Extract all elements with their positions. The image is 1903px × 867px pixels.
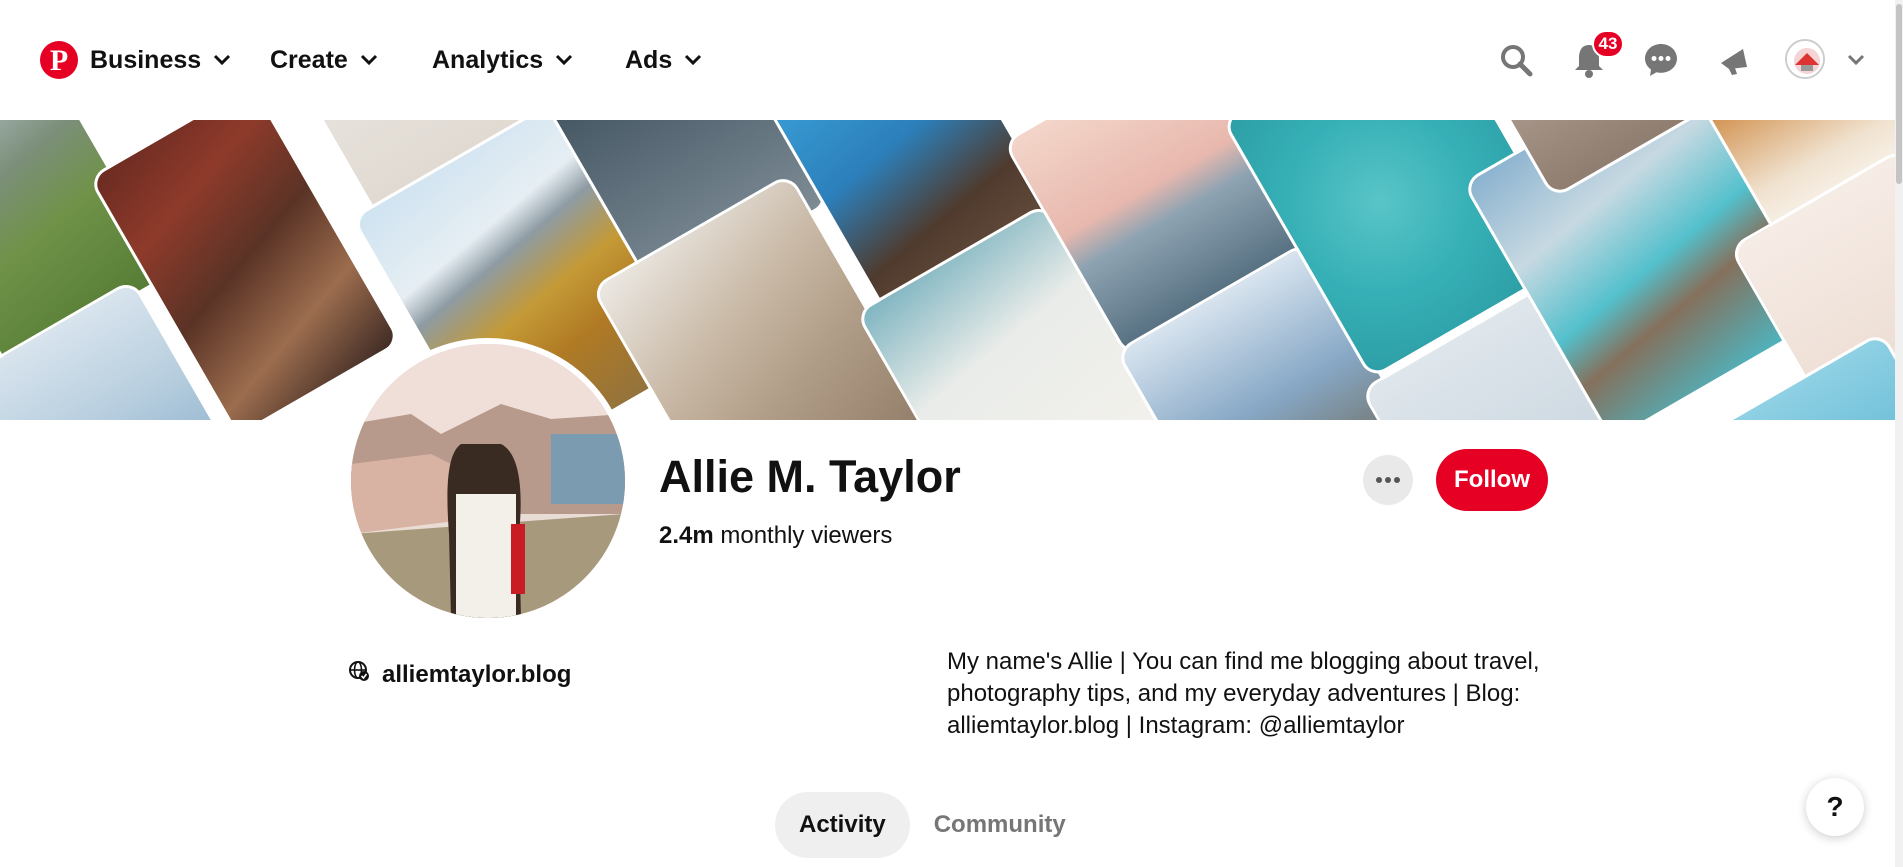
verified-globe-icon xyxy=(348,660,370,689)
tab-activity[interactable]: Activity xyxy=(775,792,910,858)
help-button[interactable]: ? xyxy=(1806,778,1864,836)
profile-bio: My name's Allie | You can find me bloggi… xyxy=(947,648,1540,739)
nav-menu-business[interactable]: Business xyxy=(90,42,231,78)
tab-community[interactable]: Community xyxy=(910,792,1090,858)
svg-text:P: P xyxy=(50,44,68,77)
profile-tabs: Activity Community xyxy=(775,792,1090,858)
nav-menu-ads-label: Ads xyxy=(625,45,673,74)
notification-count-badge: 43 xyxy=(1592,30,1624,58)
search-icon[interactable] xyxy=(1492,36,1540,84)
account-menu-chevron-down-icon[interactable] xyxy=(1836,36,1876,84)
chevron-down-icon xyxy=(685,54,702,66)
chevron-down-icon xyxy=(360,54,377,66)
chat-icon[interactable] xyxy=(1637,36,1685,84)
account-avatar[interactable] xyxy=(1785,39,1825,79)
cover-image-collage xyxy=(0,120,1895,420)
nav-menu-create-label: Create xyxy=(270,45,348,74)
profile-name: Allie M. Taylor xyxy=(659,451,961,502)
more-options-button[interactable] xyxy=(1363,455,1413,505)
chevron-down-icon xyxy=(556,54,573,66)
website-label: alliemtaylor.blog xyxy=(382,660,572,688)
megaphone-icon[interactable] xyxy=(1710,36,1758,84)
monthly-viewers-label: monthly viewers xyxy=(713,522,893,549)
profile-avatar xyxy=(345,338,631,624)
nav-menu-analytics-label: Analytics xyxy=(432,45,544,74)
page-scrollbar[interactable] xyxy=(1895,0,1903,867)
pinterest-logo-icon[interactable]: P xyxy=(40,41,78,79)
monthly-viewers-count: 2.4m xyxy=(659,522,714,549)
follow-button[interactable]: Follow xyxy=(1436,449,1548,511)
nav-menu-create[interactable]: Create xyxy=(270,42,378,78)
top-navigation: P Business Create Analytics Ads 43 xyxy=(0,0,1903,120)
nav-menu-analytics[interactable]: Analytics xyxy=(432,42,573,78)
ellipsis-icon xyxy=(1376,477,1400,483)
monthly-viewers: 2.4m monthly viewers xyxy=(659,522,892,550)
chevron-down-icon xyxy=(214,54,231,66)
nav-menu-ads[interactable]: Ads xyxy=(625,42,702,78)
scrollbar-thumb[interactable] xyxy=(1896,4,1902,184)
website-link[interactable]: alliemtaylor.blog xyxy=(348,660,571,689)
nav-menu-business-label: Business xyxy=(90,45,202,74)
